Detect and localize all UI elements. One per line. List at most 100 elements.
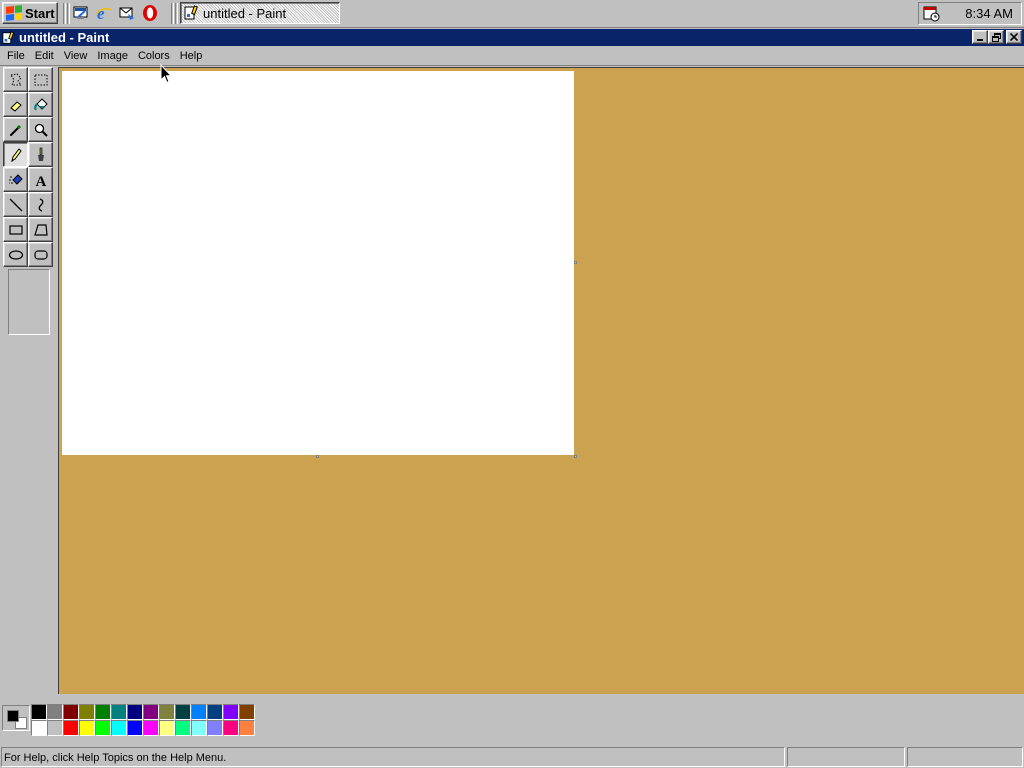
free-form-select-tool[interactable] (3, 67, 28, 92)
color-swatch[interactable] (111, 704, 127, 720)
color-box (0, 695, 1024, 743)
color-swatch[interactable] (175, 704, 191, 720)
brush-icon (37, 147, 44, 161)
brush-tool[interactable] (28, 142, 53, 167)
color-swatch[interactable] (31, 704, 47, 720)
taskbar-separator (175, 3, 178, 24)
rectangle-tool[interactable] (3, 217, 28, 242)
current-colors-indicator[interactable] (2, 705, 30, 731)
status-help-text: For Help, click Help Topics on the Help … (1, 746, 785, 767)
color-swatch[interactable] (143, 704, 159, 720)
color-swatch[interactable] (127, 704, 143, 720)
close-icon (1010, 33, 1018, 41)
paint-app-icon (184, 5, 198, 20)
free-form-select-icon (9, 72, 22, 85)
menu-colors[interactable]: Colors (133, 47, 175, 65)
color-swatch[interactable] (47, 704, 63, 720)
color-swatch[interactable] (223, 720, 239, 736)
close-button[interactable] (1006, 30, 1022, 44)
curve-icon (38, 197, 43, 212)
polygon-tool[interactable] (28, 217, 53, 242)
eraser-icon (9, 100, 22, 112)
internet-explorer-icon[interactable]: e (95, 4, 113, 22)
window-title-bar[interactable]: untitled - Paint (0, 29, 1024, 46)
restore-button[interactable] (988, 30, 1004, 44)
color-swatch[interactable] (239, 704, 255, 720)
color-swatch[interactable] (95, 720, 111, 736)
foreground-color (7, 710, 19, 722)
show-desktop-icon[interactable] (72, 4, 90, 22)
pick-color-tool[interactable] (3, 117, 28, 142)
eraser-tool[interactable] (3, 92, 28, 117)
outlook-express-icon[interactable] (118, 4, 136, 22)
opera-icon[interactable] (141, 4, 159, 22)
color-swatch[interactable] (239, 720, 255, 736)
menu-view[interactable]: View (59, 47, 93, 65)
color-swatch[interactable] (127, 720, 143, 736)
ellipse-tool[interactable] (3, 242, 28, 267)
color-swatch[interactable] (191, 720, 207, 736)
airbrush-icon (8, 173, 23, 185)
resize-handle-right[interactable] (574, 261, 577, 264)
line-icon (9, 198, 22, 211)
resize-handle-corner[interactable] (574, 455, 577, 458)
color-swatch[interactable] (31, 720, 47, 736)
taskbar-separator (67, 3, 70, 24)
pencil-icon (10, 147, 22, 162)
airbrush-tool[interactable] (3, 167, 28, 192)
scheduled-tasks-icon[interactable] (923, 6, 941, 22)
color-swatch[interactable] (79, 720, 95, 736)
restore-icon (991, 32, 1001, 42)
svg-text:e: e (97, 4, 105, 22)
menu-file[interactable]: File (2, 47, 30, 65)
magnifier-tool[interactable] (28, 117, 53, 142)
color-swatch[interactable] (207, 704, 223, 720)
line-tool[interactable] (3, 192, 28, 217)
color-swatch[interactable] (159, 704, 175, 720)
pencil-tool[interactable] (3, 142, 28, 167)
svg-text:A: A (35, 174, 46, 188)
status-selection-size (907, 746, 1023, 767)
color-swatch[interactable] (207, 720, 223, 736)
color-swatch[interactable] (223, 704, 239, 720)
color-swatch[interactable] (175, 720, 191, 736)
text-tool[interactable]: A (28, 167, 53, 192)
tool-options-box[interactable] (8, 269, 50, 335)
color-swatch[interactable] (159, 720, 175, 736)
canvas-workspace[interactable] (58, 67, 1024, 694)
status-cursor-position (787, 746, 905, 767)
rectangle-icon (8, 224, 23, 235)
windows-logo-icon (6, 5, 22, 21)
color-swatch[interactable] (47, 720, 63, 736)
minimize-button[interactable] (972, 30, 988, 44)
curve-tool[interactable] (28, 192, 53, 217)
menu-edit[interactable]: Edit (30, 47, 59, 65)
ellipse-icon (8, 249, 23, 260)
clock[interactable]: 8:34 AM (965, 6, 1013, 21)
paint-app-icon[interactable] (2, 30, 16, 45)
color-swatch[interactable] (79, 704, 95, 720)
eyedropper-icon (9, 124, 21, 136)
status-bar: For Help, click Help Topics on the Help … (0, 745, 1024, 768)
drawing-canvas[interactable] (62, 71, 574, 455)
color-swatch[interactable] (95, 704, 111, 720)
menu-help[interactable]: Help (175, 47, 208, 65)
color-swatch[interactable] (143, 720, 159, 736)
rectangle-select-icon (34, 74, 47, 85)
fill-with-color-tool[interactable] (28, 92, 53, 117)
rounded-rectangle-icon (33, 249, 48, 260)
rounded-rectangle-tool[interactable] (28, 242, 53, 267)
quick-launch-bar: e (72, 4, 159, 24)
taskbar-button-label: untitled - Paint (203, 5, 287, 21)
color-swatch[interactable] (63, 704, 79, 720)
minimize-icon (977, 39, 983, 41)
resize-handle-bottom[interactable] (316, 455, 319, 458)
system-tray: 8:34 AM (918, 2, 1022, 25)
select-tool[interactable] (28, 67, 53, 92)
color-swatch[interactable] (111, 720, 127, 736)
color-swatch[interactable] (63, 720, 79, 736)
menu-image[interactable]: Image (92, 47, 133, 65)
color-swatch[interactable] (191, 704, 207, 720)
taskbar-button-paint[interactable]: untitled - Paint (180, 2, 340, 24)
start-button[interactable]: Start (2, 2, 58, 24)
